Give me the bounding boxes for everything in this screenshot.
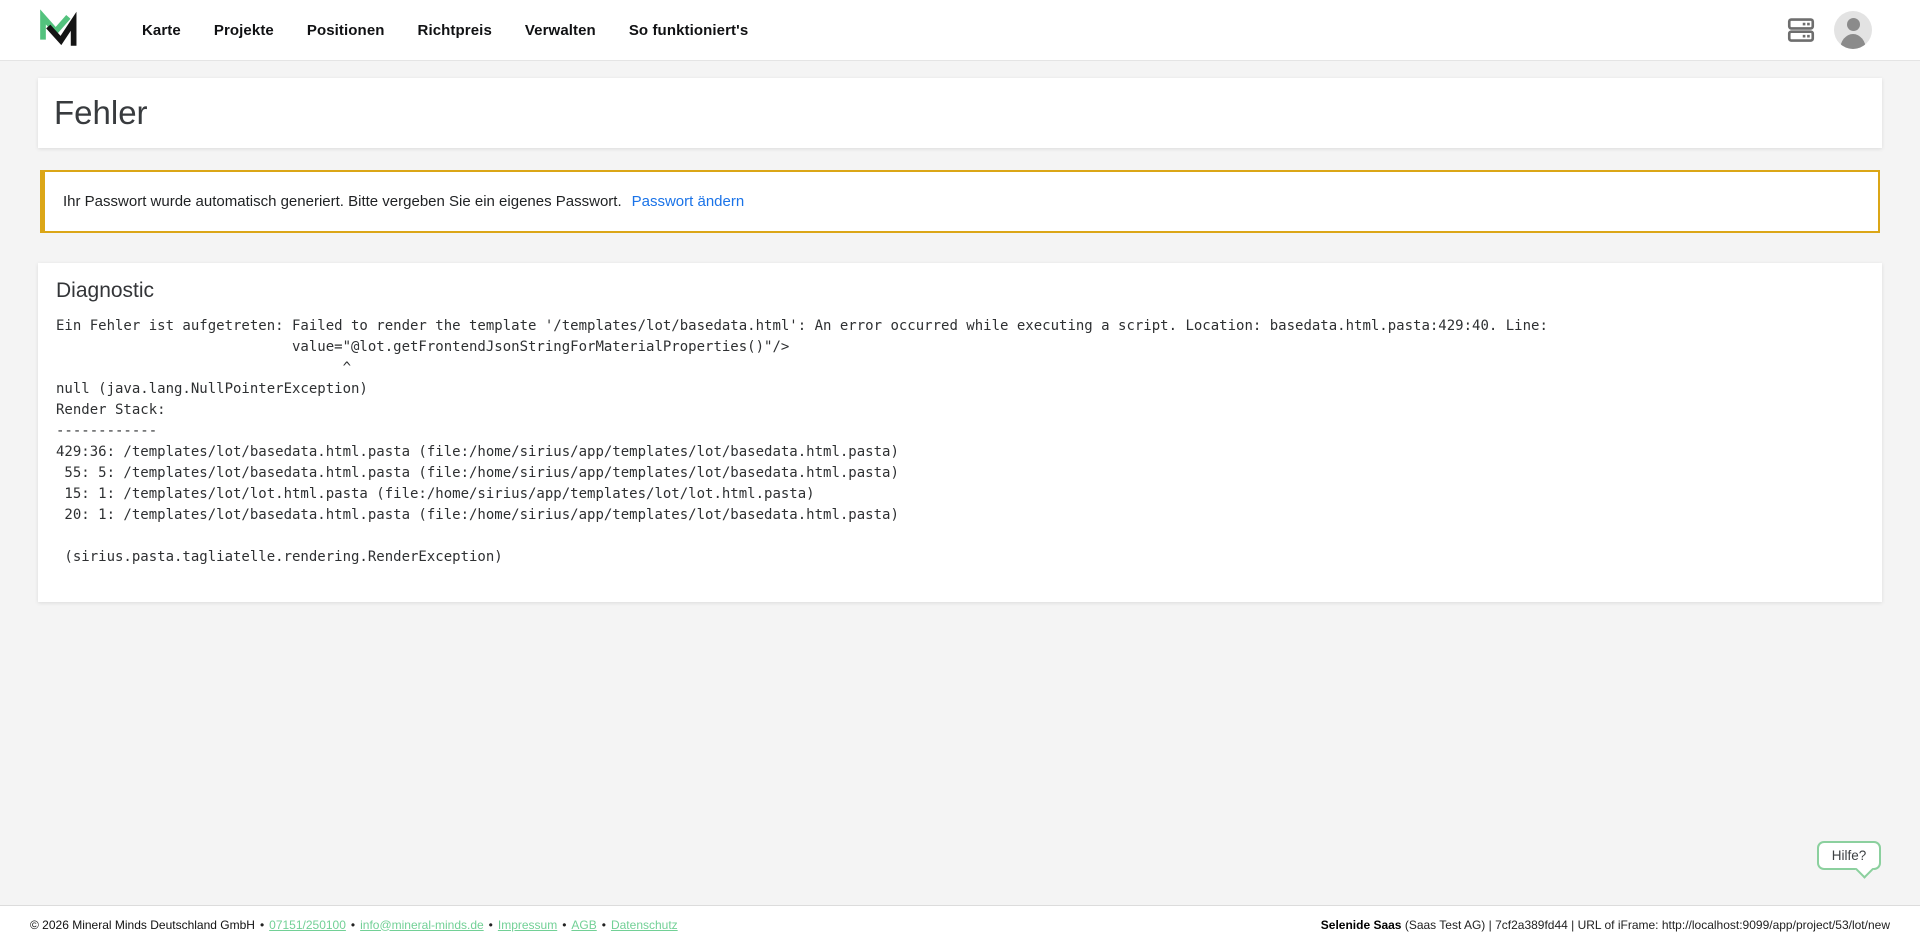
main-navigation: Karte Projekte Positionen Richtpreis Ver… [142,22,748,39]
footer-separator: • [489,918,493,932]
change-password-link[interactable]: Passwort ändern [632,193,745,210]
page-title-card: Fehler [38,78,1882,148]
session-details: (Saas Test AG) | 7cf2a389fd44 | URL of i… [1401,918,1890,932]
footer-separator: • [562,918,566,932]
footer-separator: • [602,918,606,932]
copyright-text: © 2026 Mineral Minds Deutschland GmbH [30,918,255,932]
help-button[interactable]: Hilfe? [1817,841,1881,870]
footer: © 2026 Mineral Minds Deutschland GmbH • … [0,905,1920,943]
warning-message: Ihr Passwort wurde automatisch generiert… [63,193,622,210]
footer-link-email[interactable]: info@mineral-minds.de [360,918,484,932]
avatar-body-icon [1840,34,1866,49]
nav-item-richtpreis[interactable]: Richtpreis [418,22,492,39]
nav-item-verwalten[interactable]: Verwalten [525,22,596,39]
tenant-name: Selenide Saas [1321,918,1402,932]
nav-item-positionen[interactable]: Positionen [307,22,385,39]
diagnostic-stacktrace: Ein Fehler ist aufgetreten: Failed to re… [56,316,1864,568]
page-title: Fehler [54,94,148,132]
footer-separator: • [260,918,264,932]
nav-item-karte[interactable]: Karte [142,22,181,39]
navbar-right [1784,11,1872,49]
nav-item-so-funktionierts[interactable]: So funktioniert's [629,22,748,39]
mineral-minds-logo-icon[interactable] [36,7,78,53]
footer-link-agb[interactable]: AGB [571,918,596,932]
footer-link-datenschutz[interactable]: Datenschutz [611,918,678,932]
navbar: Karte Projekte Positionen Richtpreis Ver… [0,0,1920,61]
footer-session-info: Selenide Saas (Saas Test AG) | 7cf2a389f… [1321,918,1890,932]
footer-link-impressum[interactable]: Impressum [498,918,557,932]
help-label: Hilfe? [1832,848,1867,863]
diagnostic-card: Diagnostic Ein Fehler ist aufgetreten: F… [38,263,1882,602]
nav-item-projekte[interactable]: Projekte [214,22,274,39]
avatar-head-icon [1847,18,1860,31]
footer-separator: • [351,918,355,932]
diagnostic-heading: Diagnostic [56,279,1864,303]
password-warning-banner: Ihr Passwort wurde automatisch generiert… [40,170,1880,233]
footer-left: © 2026 Mineral Minds Deutschland GmbH • … [30,918,678,932]
user-avatar[interactable] [1834,11,1872,49]
main-content: Fehler Ihr Passwort wurde automatisch ge… [0,61,1920,905]
server-dns-icon[interactable] [1784,13,1818,47]
footer-link-phone[interactable]: 07151/250100 [269,918,346,932]
